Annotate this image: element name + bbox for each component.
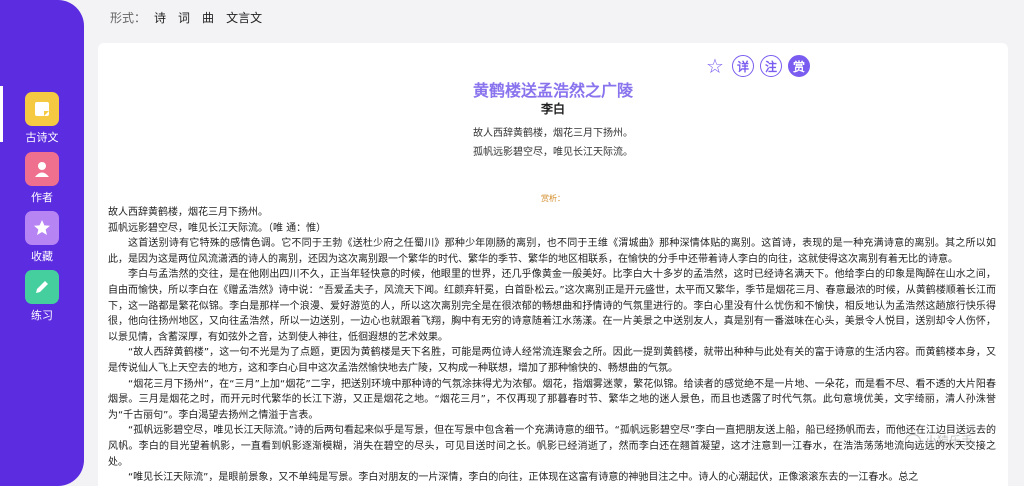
sidebar: 古诗文 作者 收藏 练习 <box>0 0 84 486</box>
form-filter: 形式： 诗 词 曲 文言文 <box>110 9 274 26</box>
detail-button[interactable]: 详 <box>732 55 754 77</box>
poem-title: 黄鹤楼送孟浩然之广陵 <box>472 81 633 100</box>
sidebar-item-poems[interactable]: 古诗文 <box>10 92 74 145</box>
filter-option-wenyanwen[interactable]: 文言文 <box>226 9 262 26</box>
star-icon <box>25 211 59 245</box>
analysis-paragraph: “唯见长江天际流”，是眼前景象，又不单纯是写景。李白对朋友的一片深情，李白的向往… <box>128 472 919 484</box>
poem-line: 孤帆远影碧空尽，唯见长江天际流。 <box>473 147 633 158</box>
wechat-logo-icon <box>905 433 921 448</box>
sidebar-item-label: 古诗文 <box>25 131 59 144</box>
analysis-paragraph: “故人西辞黄鹤楼”，这一句不光是为了点题，更因为黄鹤楼是天下名胜，可能是两位诗人… <box>108 347 996 374</box>
poem-line: 故人西辞黄鹤楼，烟花三月下扬州。 <box>473 128 633 139</box>
analysis-paragraph: 孤帆远影碧空尽，唯见长江天际流。（唯 通：惟） <box>108 222 327 234</box>
analysis-paragraph: 这首送别诗有它特殊的感情色调。它不同于王勃《送杜少府之任蜀川》那种少年刚肠的离别… <box>108 238 996 265</box>
filter-option-qu[interactable]: 曲 <box>202 9 214 26</box>
analysis-paragraph: “烟花三月下扬州”，在“三月”上加“烟花”二字，把送别环境中那种诗的气氛涂抹得尤… <box>108 378 996 421</box>
sidebar-item-label: 练习 <box>31 309 53 322</box>
sidebar-item-practice[interactable]: 练习 <box>10 270 74 323</box>
favorite-star-icon[interactable]: ☆ <box>704 54 726 78</box>
filter-option-shi[interactable]: 诗 <box>154 9 166 26</box>
sidebar-item-label: 作者 <box>31 191 53 204</box>
filter-option-ci[interactable]: 词 <box>178 9 190 26</box>
analysis-text: 故人西辞黄鹤楼，烟花三月下扬州。 孤帆远影碧空尽，唯见长江天际流。（唯 通：惟）… <box>108 205 996 486</box>
sidebar-item-favorites[interactable]: 收藏 <box>10 211 74 264</box>
analysis-header: 赏析： <box>541 194 565 203</box>
sidebar-item-authors[interactable]: 作者 <box>10 152 74 205</box>
watermark: 小猿乐手 <box>905 432 973 449</box>
person-icon <box>25 152 59 186</box>
active-indicator <box>0 86 3 142</box>
notes-button[interactable]: 注 <box>760 55 782 77</box>
poem-card: ☆ 详 注 赏 黄鹤楼送孟浩然之广陵 李白 故人西辞黄鹤楼，烟花三月下扬州。 孤… <box>98 43 1008 486</box>
analysis-paragraph: 李白与孟浩然的交往，是在他刚出四川不久，正当年轻快意的时候，他眼里的世界，还几乎… <box>108 269 996 343</box>
appreciate-button[interactable]: 赏 <box>788 55 810 77</box>
analysis-paragraph: 故人西辞黄鹤楼，烟花三月下扬州。 <box>108 207 268 218</box>
note-icon <box>25 92 59 126</box>
poem-actions: ☆ 详 注 赏 <box>704 54 810 78</box>
pencil-icon <box>25 270 59 304</box>
analysis-paragraph: “孤帆远影碧空尽，唯见长江天际流。”诗的后两句看起来似乎是写景，但在写景中包含着… <box>108 425 996 468</box>
watermark-text: 小猿乐手 <box>925 434 974 448</box>
filter-label: 形式： <box>110 11 147 25</box>
poem-author: 李白 <box>540 102 565 116</box>
sidebar-item-label: 收藏 <box>31 250 53 263</box>
